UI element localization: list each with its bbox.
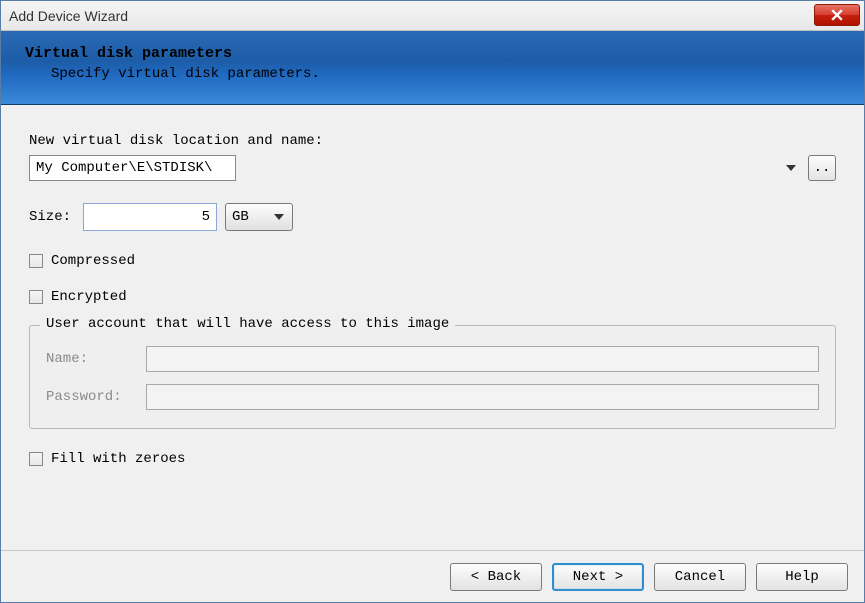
next-button[interactable]: Next > <box>552 563 644 591</box>
encrypted-label: Encrypted <box>51 289 127 305</box>
access-legend: User account that will have access to th… <box>40 316 455 332</box>
encrypted-row: Encrypted <box>29 289 836 305</box>
fill-zeroes-label: Fill with zeroes <box>51 451 185 467</box>
location-label: New virtual disk location and name: <box>29 133 836 149</box>
close-icon <box>831 9 843 21</box>
size-unit-value: GB <box>232 209 249 225</box>
location-input[interactable] <box>29 155 236 181</box>
access-name-input <box>146 346 819 372</box>
access-password-label: Password: <box>46 389 146 405</box>
size-input[interactable] <box>83 203 217 231</box>
fill-zeroes-checkbox[interactable] <box>29 452 43 466</box>
titlebar: Add Device Wizard <box>1 1 864 31</box>
wizard-window: Add Device Wizard Virtual disk parameter… <box>0 0 865 603</box>
back-button[interactable]: < Back <box>450 563 542 591</box>
access-password-input <box>146 384 819 410</box>
size-label: Size: <box>29 209 71 225</box>
content-area: New virtual disk location and name: .. S… <box>1 105 864 497</box>
encrypted-checkbox[interactable] <box>29 290 43 304</box>
window-title: Add Device Wizard <box>9 8 128 24</box>
location-row: .. <box>29 155 836 181</box>
chevron-down-icon <box>786 165 796 171</box>
compressed-checkbox[interactable] <box>29 254 43 268</box>
header-title: Virtual disk parameters <box>25 45 840 62</box>
header-banner: Virtual disk parameters Specify virtual … <box>1 31 864 105</box>
cancel-button[interactable]: Cancel <box>654 563 746 591</box>
header-subtitle: Specify virtual disk parameters. <box>51 66 840 82</box>
browse-button[interactable]: .. <box>808 155 836 181</box>
close-button[interactable] <box>814 4 860 26</box>
size-unit-select[interactable]: GB <box>225 203 293 231</box>
access-password-row: Password: <box>46 384 819 410</box>
fill-zeroes-row: Fill with zeroes <box>29 451 836 467</box>
compressed-label: Compressed <box>51 253 135 269</box>
location-combo[interactable] <box>29 155 802 181</box>
compressed-row: Compressed <box>29 253 836 269</box>
access-name-row: Name: <box>46 346 819 372</box>
access-name-label: Name: <box>46 351 146 367</box>
footer: < Back Next > Cancel Help <box>1 550 864 602</box>
help-button[interactable]: Help <box>756 563 848 591</box>
access-fieldset: User account that will have access to th… <box>29 325 836 429</box>
size-row: Size: GB <box>29 203 836 231</box>
chevron-down-icon <box>274 214 284 220</box>
